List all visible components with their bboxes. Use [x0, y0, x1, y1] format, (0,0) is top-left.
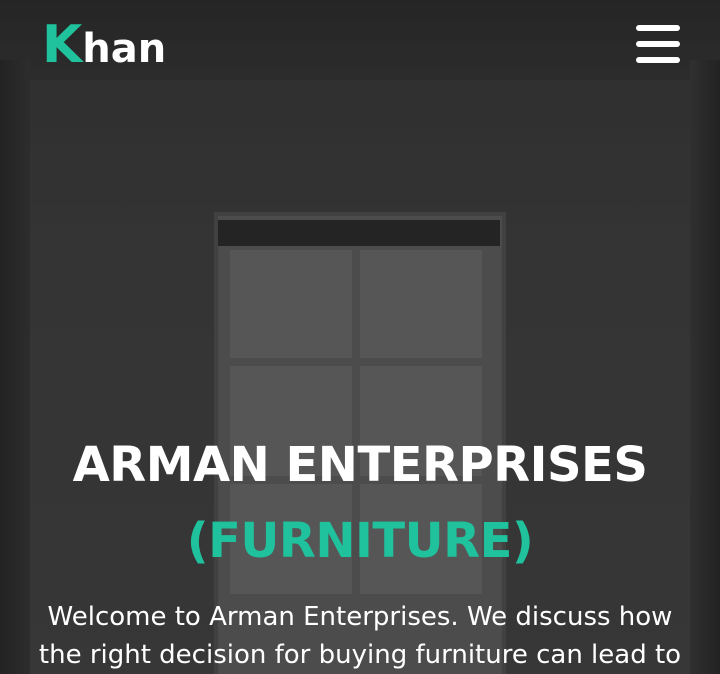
menu-bar [636, 25, 680, 31]
hero-title: ARMAN ENTERPRISES [72, 437, 648, 493]
hero-description: Welcome to Arman Enterprises. We discuss… [38, 602, 682, 670]
hamburger-menu-icon[interactable] [632, 22, 684, 68]
navbar: Khan [0, 0, 720, 90]
page: Khan ARMAN ENTERPRISES (FURNITURE) Welco… [0, 0, 720, 674]
hero-subtitle: (FURNITURE) [186, 513, 534, 569]
logo[interactable]: Khan [42, 18, 166, 76]
menu-bar [636, 57, 680, 63]
logo-text: han [82, 26, 167, 72]
menu-bar [636, 41, 680, 47]
logo-first-letter: K [42, 15, 83, 75]
hero-content: ARMAN ENTERPRISES (FURNITURE) Welcome to… [0, 432, 720, 674]
